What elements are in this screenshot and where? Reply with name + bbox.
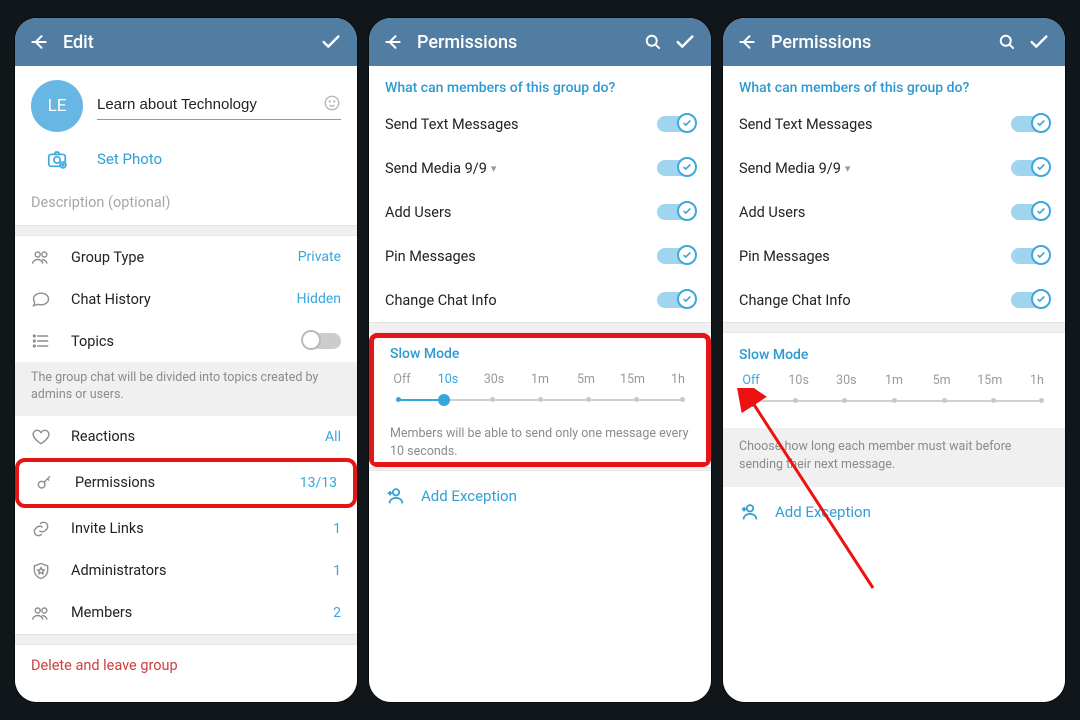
- slow-mode-title: Slow Mode: [739, 347, 1049, 363]
- perm-pin-messages[interactable]: Pin Messages: [723, 234, 1065, 278]
- search-button[interactable]: [991, 32, 1023, 52]
- screen-permissions-off: Permissions What can members of this gro…: [723, 18, 1065, 702]
- chevron-down-icon: ▾: [845, 162, 851, 175]
- toggle[interactable]: [1011, 204, 1049, 220]
- topics-toggle[interactable]: [303, 333, 341, 349]
- delete-leave-group[interactable]: Delete and leave group: [15, 645, 357, 687]
- search-button[interactable]: [637, 32, 669, 52]
- row-topics[interactable]: Topics: [15, 320, 357, 362]
- perm-add-users[interactable]: Add Users: [369, 190, 711, 234]
- group-avatar[interactable]: LE: [31, 80, 83, 132]
- toggle[interactable]: [657, 248, 695, 264]
- group-name-input[interactable]: [97, 92, 341, 120]
- toggle[interactable]: [657, 116, 695, 132]
- appbar-title: Permissions: [771, 32, 991, 53]
- add-exception[interactable]: Add Exception: [369, 471, 711, 521]
- row-group-type[interactable]: Group Type Private: [15, 236, 357, 278]
- back-button[interactable]: [25, 32, 53, 52]
- slow-mode-hint: Choose how long each member must wait be…: [723, 428, 1065, 487]
- row-chat-history[interactable]: Chat History Hidden: [15, 278, 357, 320]
- people-icon: [31, 247, 71, 267]
- slow-mode-slider[interactable]: [745, 394, 1043, 408]
- row-members[interactable]: Members 2: [15, 592, 357, 634]
- screen-edit-group: Edit LE Set Photo Description (optional): [15, 18, 357, 702]
- perm-send-text[interactable]: Send Text Messages: [369, 102, 711, 146]
- row-permissions[interactable]: Permissions 13/13: [19, 462, 353, 504]
- emoji-icon[interactable]: [323, 94, 341, 112]
- back-button[interactable]: [733, 32, 761, 52]
- row-reactions[interactable]: Reactions All: [15, 416, 357, 458]
- toggle[interactable]: [657, 204, 695, 220]
- perm-send-text[interactable]: Send Text Messages: [723, 102, 1065, 146]
- appbar-title: Edit: [63, 32, 315, 53]
- members-icon: [31, 603, 71, 623]
- topics-hint: The group chat will be divided into topi…: [15, 362, 357, 416]
- slow-mode-labels: Off 10s 30s 1m 5m 15m 1h: [390, 372, 690, 387]
- perm-section-title: What can members of this group do?: [723, 66, 1065, 102]
- chevron-down-icon: ▾: [491, 162, 497, 175]
- perm-section-title: What can members of this group do?: [369, 66, 711, 102]
- description-placeholder[interactable]: Description (optional): [15, 184, 357, 225]
- slow-mode-slider[interactable]: [396, 393, 684, 407]
- add-user-icon: [385, 485, 407, 507]
- appbar: Permissions: [369, 18, 711, 66]
- shield-icon: [31, 561, 71, 581]
- perm-send-media[interactable]: Send Media 9/9▾: [723, 146, 1065, 190]
- heart-icon: [31, 427, 71, 447]
- appbar: Edit: [15, 18, 357, 66]
- row-administrators[interactable]: Administrators 1: [15, 550, 357, 592]
- confirm-button[interactable]: [669, 31, 701, 53]
- avatar-row: LE: [15, 66, 357, 142]
- slow-mode-labels: Off 10s 30s 1m 5m 15m 1h: [739, 373, 1049, 388]
- camera-icon: [46, 148, 68, 170]
- key-icon: [35, 473, 75, 493]
- slow-mode-highlight: Slow Mode Off 10s 30s 1m 5m 15m 1h: [369, 333, 711, 467]
- toggle[interactable]: [1011, 160, 1049, 176]
- perm-pin-messages[interactable]: Pin Messages: [369, 234, 711, 278]
- row-invite-links[interactable]: Invite Links 1: [15, 508, 357, 550]
- perm-change-info[interactable]: Change Chat Info: [369, 278, 711, 322]
- add-user-icon: [739, 501, 761, 523]
- confirm-button[interactable]: [1023, 31, 1055, 53]
- toggle[interactable]: [1011, 292, 1049, 308]
- perm-send-media[interactable]: Send Media 9/9▾: [369, 146, 711, 190]
- toggle[interactable]: [657, 292, 695, 308]
- toggle[interactable]: [657, 160, 695, 176]
- toggle[interactable]: [1011, 116, 1049, 132]
- toggle[interactable]: [1011, 248, 1049, 264]
- confirm-button[interactable]: [315, 31, 347, 53]
- set-photo-label: Set Photo: [97, 150, 162, 168]
- appbar-title: Permissions: [417, 32, 637, 53]
- chat-icon: [31, 289, 71, 309]
- back-button[interactable]: [379, 32, 407, 52]
- perm-change-info[interactable]: Change Chat Info: [723, 278, 1065, 322]
- appbar: Permissions: [723, 18, 1065, 66]
- list-icon: [31, 331, 71, 351]
- slow-mode-title: Slow Mode: [390, 346, 690, 362]
- add-exception[interactable]: Add Exception: [723, 487, 1065, 537]
- link-icon: [31, 519, 71, 539]
- screen-permissions-10s: Permissions What can members of this gro…: [369, 18, 711, 702]
- set-photo-row[interactable]: Set Photo: [15, 142, 357, 184]
- perm-add-users[interactable]: Add Users: [723, 190, 1065, 234]
- slow-mode-hint: Members will be able to send only one me…: [374, 419, 706, 462]
